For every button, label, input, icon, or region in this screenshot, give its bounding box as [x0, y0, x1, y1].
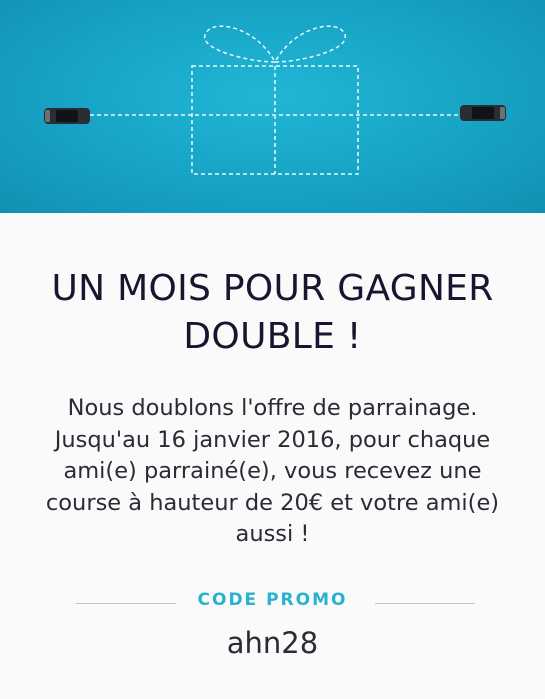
gift-illustration — [44, 25, 506, 175]
promo-header: CODE PROMO — [0, 590, 545, 618]
left-car-icon — [44, 108, 90, 124]
promo-label: CODE PROMO — [197, 590, 348, 610]
gift-box-icon — [191, 25, 359, 175]
page-title: UN MOIS POUR GAGNER DOUBLE ! — [51, 268, 494, 357]
promo-code[interactable]: ahn28 — [0, 626, 545, 660]
divider-right — [375, 603, 475, 604]
right-car-icon — [460, 105, 506, 121]
offer-description: Nous doublons l'offre de parrainage. Jus… — [45, 395, 500, 547]
hero-banner — [0, 0, 545, 213]
